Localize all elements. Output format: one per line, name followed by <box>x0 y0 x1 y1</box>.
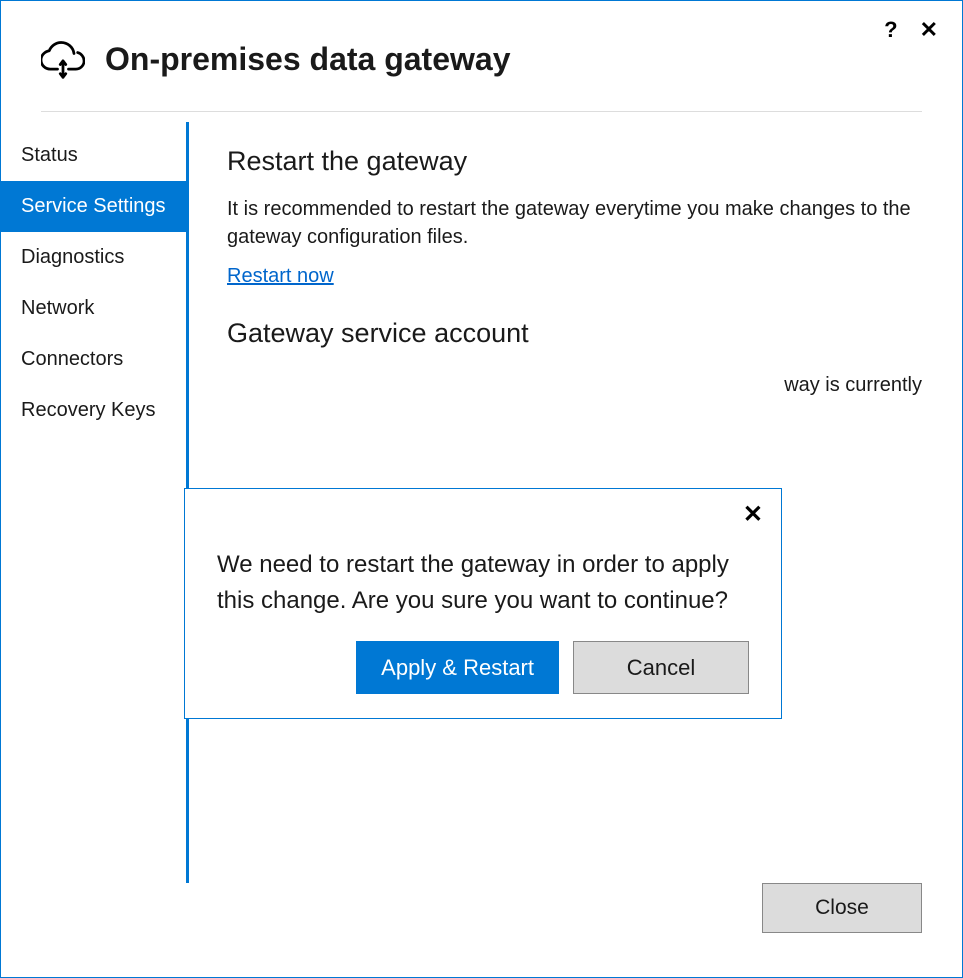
header: On-premises data gateway <box>1 1 962 111</box>
page-title: On-premises data gateway <box>105 41 510 78</box>
sidebar: Status Service Settings Diagnostics Netw… <box>1 122 189 883</box>
dialog-close-icon[interactable]: ✕ <box>743 503 763 527</box>
apply-restart-button[interactable]: Apply & Restart <box>356 641 559 694</box>
titlebar-controls: ? ✕ <box>884 19 938 41</box>
gateway-window: ? ✕ On-premises data gateway Status Serv… <box>0 0 963 978</box>
close-icon[interactable]: ✕ <box>920 19 938 41</box>
help-icon[interactable]: ? <box>884 19 897 41</box>
sidebar-item-network[interactable]: Network <box>1 283 186 334</box>
dialog-message: We need to restart the gateway in order … <box>217 547 749 619</box>
close-button[interactable]: Close <box>762 883 922 933</box>
footer: Close <box>1 883 962 977</box>
sidebar-item-diagnostics[interactable]: Diagnostics <box>1 232 186 283</box>
sidebar-item-recovery-keys[interactable]: Recovery Keys <box>1 385 186 436</box>
sidebar-item-status[interactable]: Status <box>1 130 186 181</box>
restart-section-title: Restart the gateway <box>227 146 922 177</box>
confirm-restart-dialog: ✕ We need to restart the gateway in orde… <box>184 488 782 719</box>
sidebar-item-connectors[interactable]: Connectors <box>1 334 186 385</box>
dialog-button-row: Apply & Restart Cancel <box>217 641 749 694</box>
service-account-section-title: Gateway service account <box>227 318 922 349</box>
restart-section-description: It is recommended to restart the gateway… <box>227 195 922 251</box>
body: Status Service Settings Diagnostics Netw… <box>1 122 962 883</box>
restart-now-link[interactable]: Restart now <box>227 265 334 288</box>
cancel-button[interactable]: Cancel <box>573 641 749 694</box>
partial-text-behind-dialog: way is currently <box>784 374 922 397</box>
sidebar-item-service-settings[interactable]: Service Settings <box>1 181 186 232</box>
cloud-gateway-icon <box>41 37 85 81</box>
header-divider <box>41 111 922 112</box>
